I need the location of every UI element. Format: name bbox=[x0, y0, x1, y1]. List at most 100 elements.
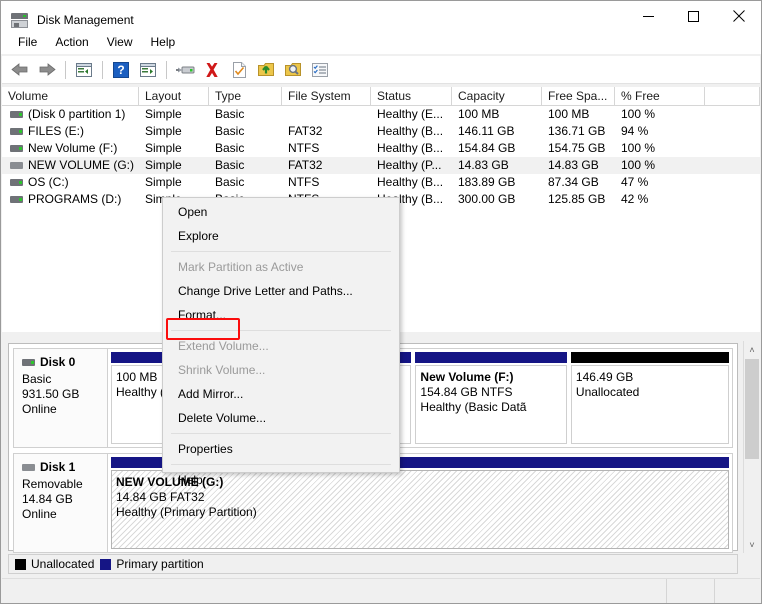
column-header-file-system[interactable]: File System bbox=[282, 87, 371, 106]
menu-item-view[interactable]: View bbox=[98, 32, 142, 52]
cell-file-system bbox=[282, 106, 371, 123]
maximize-button[interactable] bbox=[671, 1, 716, 31]
toolbar-separator bbox=[65, 60, 66, 79]
volume-icon-green bbox=[10, 196, 23, 203]
context-menu-item-format[interactable]: Format... bbox=[163, 303, 399, 327]
menu-bar: File Action View Help bbox=[1, 30, 761, 54]
disk-management-window: Disk Management File Action View Help ? … bbox=[0, 0, 762, 604]
cell-volume: (Disk 0 partition 1) bbox=[2, 106, 139, 123]
scroll-up-arrow-icon[interactable]: ˄ bbox=[744, 341, 760, 358]
cell-file-system: FAT32 bbox=[288, 158, 323, 172]
column-header-volume[interactable]: Volume bbox=[2, 87, 139, 106]
volume-icon-green bbox=[10, 179, 23, 186]
disk-info-panel[interactable]: Disk 0 Basic 931.50 GB Online bbox=[13, 348, 108, 448]
context-menu-item-open[interactable]: Open bbox=[163, 200, 399, 224]
cell-free-space: 14.83 GB bbox=[548, 158, 599, 172]
disk-icon bbox=[22, 464, 35, 471]
legend: Unallocated Primary partition bbox=[8, 554, 738, 574]
legend-item-unallocated: Unallocated bbox=[15, 557, 94, 571]
find-icon[interactable] bbox=[280, 58, 306, 82]
cell-file-system: NTFS bbox=[288, 141, 320, 155]
table-row[interactable]: OS (C:) Simple Basic NTFS Healthy (B... 183.8… bbox=[2, 174, 760, 191]
column-header-free-spa[interactable]: Free Spa... bbox=[542, 87, 615, 106]
context-menu-item-properties[interactable]: Properties bbox=[163, 437, 399, 461]
cell-file-system: NTFS bbox=[288, 175, 320, 189]
context-menu-item-add-mirror[interactable]: Add Mirror... bbox=[163, 382, 399, 406]
back-arrow-icon[interactable] bbox=[7, 58, 33, 82]
context-menu-separator bbox=[171, 464, 391, 465]
window-controls bbox=[626, 1, 761, 31]
toolbar-separator bbox=[102, 60, 103, 79]
options-icon[interactable] bbox=[307, 58, 333, 82]
export-list-icon[interactable] bbox=[253, 58, 279, 82]
disk-state: Online bbox=[22, 507, 57, 521]
context-menu-item-help[interactable]: Help bbox=[163, 468, 399, 492]
disk-name: Disk 0 bbox=[40, 355, 76, 369]
menu-item-help[interactable]: Help bbox=[142, 32, 185, 52]
scrollbar-thumb[interactable] bbox=[745, 359, 759, 459]
show-hide-console-tree-icon[interactable] bbox=[135, 58, 161, 82]
partition-status: Unallocated bbox=[575, 385, 640, 399]
context-menu-item-change-drive-letter-and-paths[interactable]: Change Drive Letter and Paths... bbox=[163, 279, 399, 303]
cell-status: Healthy (B... bbox=[377, 175, 444, 189]
partition-color-bar bbox=[570, 352, 730, 363]
disk-info-panel[interactable]: Disk 1 Removable 14.84 GB Online bbox=[13, 453, 108, 553]
graphical-view-scrollbar[interactable]: ˄ ˅ bbox=[743, 341, 760, 553]
volume-list-rows: (Disk 0 partition 1) Simple Basic Healthy (… bbox=[2, 106, 760, 208]
close-button[interactable] bbox=[716, 1, 761, 31]
menu-item-file[interactable]: File bbox=[9, 32, 46, 52]
cell-status: Healthy (B... bbox=[377, 141, 444, 155]
cell-layout: Simple bbox=[145, 175, 182, 189]
cell-percent-free: 100 % bbox=[621, 158, 656, 172]
up-one-level-icon[interactable] bbox=[71, 58, 97, 82]
column-header--free[interactable]: % Free bbox=[615, 87, 705, 106]
cell-percent-free: 100 % bbox=[621, 107, 656, 121]
context-menu-item-extend-volume: Extend Volume... bbox=[178, 339, 269, 353]
column-header-status[interactable]: Status bbox=[371, 87, 452, 106]
volume-name: FILES (E:) bbox=[28, 124, 85, 138]
scroll-down-arrow-icon[interactable]: ˅ bbox=[744, 536, 760, 553]
cell-percent-free: 94 % bbox=[621, 124, 649, 138]
partition-block[interactable]: New Volume (F:) 154.84 GB NTFS Healthy (Ba… bbox=[415, 352, 567, 444]
table-row[interactable]: New Volume (F:) Simple Basic NTFS Healthy (B… bbox=[2, 140, 760, 157]
table-row[interactable]: FILES (E:) Simple Basic FAT32 Healthy (B... 1… bbox=[2, 123, 760, 140]
help-icon[interactable]: ? bbox=[108, 58, 134, 82]
toolbar-separator bbox=[166, 60, 167, 79]
properties-icon[interactable] bbox=[226, 58, 252, 82]
window-title: Disk Management bbox=[37, 13, 134, 27]
column-header-layout[interactable]: Layout bbox=[139, 87, 209, 106]
context-menu-separator bbox=[171, 251, 391, 252]
volume-list-header: Volume Layout Type File System Status Capacit… bbox=[2, 87, 760, 106]
cell-layout: Simple bbox=[145, 124, 182, 138]
column-header-capacity[interactable]: Capacity bbox=[452, 87, 542, 106]
context-menu-item-explore[interactable]: Explore bbox=[163, 224, 399, 248]
column-header-blank[interactable] bbox=[705, 87, 760, 106]
disk-size: 931.50 GB bbox=[22, 387, 80, 401]
menu-item-action[interactable]: Action bbox=[46, 32, 97, 52]
partition-block[interactable]: 146.49 GB Unallocated bbox=[570, 352, 730, 444]
table-row[interactable]: NEW VOLUME (G:) Simple Basic FAT32 Healthy (… bbox=[2, 157, 760, 174]
cell-capacity: 154.84 GB bbox=[458, 141, 516, 155]
volume-icon-green bbox=[10, 111, 23, 118]
cell-capacity: 100 MB bbox=[458, 107, 500, 121]
partition-size-fs: 14.84 GB FAT32 bbox=[116, 490, 205, 504]
minimize-button[interactable] bbox=[626, 1, 671, 31]
cell-status: Healthy (P... bbox=[377, 158, 442, 172]
rescan-disks-icon[interactable] bbox=[172, 58, 198, 82]
cell-volume: PROGRAMS (D:) bbox=[2, 191, 139, 208]
delete-icon[interactable] bbox=[199, 58, 225, 82]
forward-arrow-icon[interactable] bbox=[34, 58, 60, 82]
table-row[interactable]: (Disk 0 partition 1) Simple Basic Healthy (… bbox=[2, 106, 760, 123]
context-menu-item-delete-volume[interactable]: Delete Volume... bbox=[163, 406, 399, 430]
legend-item-primary-partition: Primary partition bbox=[100, 557, 204, 571]
disk-state: Online bbox=[22, 402, 57, 416]
cell-free-space: 87.34 GB bbox=[548, 175, 599, 189]
cell-capacity: 183.89 GB bbox=[458, 175, 516, 189]
cell-percent-free: 47 % bbox=[621, 175, 649, 189]
cell-layout: Simple bbox=[145, 158, 182, 172]
column-header-type[interactable]: Type bbox=[209, 87, 282, 106]
context-menu-item-mark-partition-as-active: Mark Partition as Active bbox=[178, 260, 304, 274]
cell-layout: Simple bbox=[145, 107, 182, 121]
volume-name: PROGRAMS (D:) bbox=[28, 192, 122, 206]
cell-volume: FILES (E:) bbox=[2, 123, 139, 140]
